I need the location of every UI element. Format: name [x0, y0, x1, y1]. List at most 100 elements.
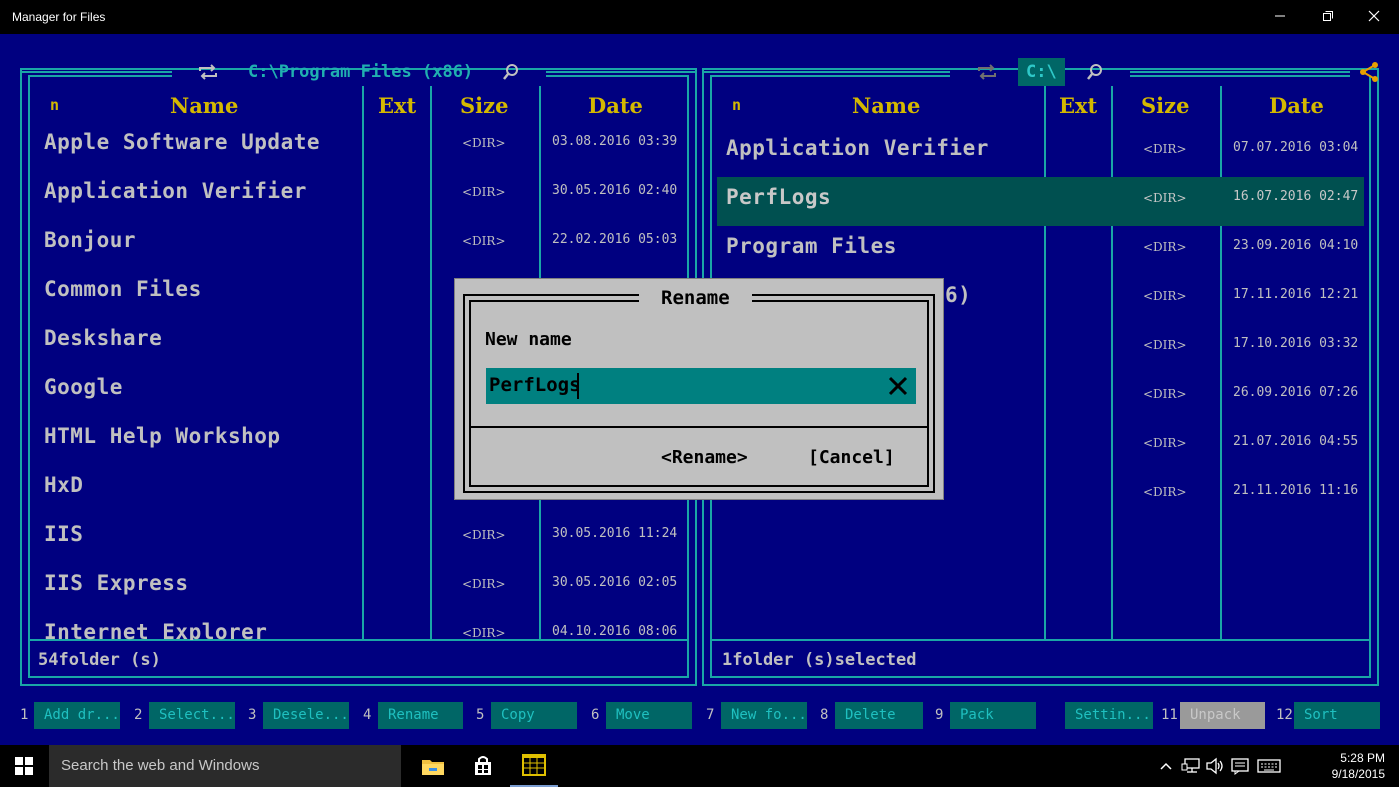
- right-col-name[interactable]: Name: [852, 93, 920, 118]
- chevron-up-icon[interactable]: [1155, 757, 1177, 775]
- windows-icon: [15, 757, 33, 775]
- refresh-icon[interactable]: [974, 60, 1000, 84]
- right-header-rule-right: [1130, 71, 1350, 73]
- list-item[interactable]: IIS <DIR> 30.05.2016 11:24: [38, 514, 688, 563]
- keyboard-icon[interactable]: [1256, 757, 1282, 775]
- file-name: Program Files: [726, 234, 897, 258]
- notifications-icon[interactable]: [1229, 757, 1251, 775]
- manager-for-files-app[interactable]: [510, 745, 558, 787]
- title-bar: Manager for Files: [0, 0, 1399, 34]
- file-size: <DIR>: [1143, 289, 1187, 303]
- store-icon: [475, 756, 491, 775]
- file-name: Bonjour: [44, 228, 137, 252]
- new-name-input[interactable]: PerfLogs: [486, 368, 916, 404]
- file-explorer-app[interactable]: [409, 745, 457, 787]
- file-date: 21.11.2016 11:16: [1233, 483, 1359, 498]
- fkey-button-sort[interactable]: Sort: [1294, 702, 1380, 729]
- file-name: IIS: [44, 522, 84, 546]
- file-size: <DIR>: [1143, 191, 1187, 205]
- fkey-number: 7: [706, 707, 715, 723]
- network-icon[interactable]: [1180, 757, 1202, 775]
- list-item[interactable]: Apple Software Update <DIR> 03.08.2016 03:…: [38, 122, 688, 171]
- file-name: HxD: [44, 473, 84, 497]
- left-path[interactable]: C:\Program Files (x86): [248, 58, 473, 86]
- minimize-button[interactable]: [1257, 0, 1303, 32]
- file-size: <DIR>: [462, 626, 506, 640]
- restore-icon: [1323, 11, 1333, 21]
- right-col-ext[interactable]: Ext: [1059, 93, 1097, 118]
- file-name: Common Files: [44, 277, 202, 301]
- fkey-button-new-fo[interactable]: New fo...: [721, 702, 807, 729]
- file-name: Application Verifier: [726, 136, 989, 160]
- file-name: HTML Help Workshop: [44, 424, 281, 448]
- left-col-date[interactable]: Date: [588, 93, 643, 118]
- taskbar: Search the web and Windows 5:28 PM 9/18/…: [0, 745, 1399, 787]
- list-item[interactable]: IIS Express <DIR> 30.05.2016 02:05: [38, 563, 688, 612]
- right-col-n[interactable]: n: [732, 96, 741, 114]
- list-item[interactable]: Bonjour <DIR> 22.02.2016 05:03: [38, 220, 688, 269]
- list-item[interactable]: Program Files <DIR> 23.09.2016 04:10: [717, 226, 1364, 275]
- fkey-button-copy[interactable]: Copy: [491, 702, 577, 729]
- list-item[interactable]: Application Verifier <DIR> 30.05.2016 02:4…: [38, 171, 688, 220]
- fkey-number: 5: [476, 707, 485, 723]
- right-col-date[interactable]: Date: [1269, 93, 1324, 118]
- file-size: <DIR>: [1143, 338, 1187, 352]
- left-col-name[interactable]: Name: [170, 93, 238, 118]
- dialog-separator: [471, 426, 927, 428]
- fkey-button-desele[interactable]: Desele...: [263, 702, 349, 729]
- taskbar-clock[interactable]: 5:28 PM 9/18/2015: [1332, 750, 1385, 782]
- clear-icon[interactable]: [886, 374, 910, 398]
- new-name-value[interactable]: PerfLogs: [489, 374, 581, 396]
- refresh-icon[interactable]: [195, 60, 221, 84]
- file-date: 30.05.2016 11:24: [552, 526, 678, 541]
- taskbar-search-placeholder: Search the web and Windows: [61, 757, 260, 774]
- left-header-rule: [22, 71, 172, 73]
- right-header-rule: [704, 71, 950, 73]
- fkey-button-move[interactable]: Move: [606, 702, 692, 729]
- fkey-number: 4: [363, 707, 372, 723]
- right-path[interactable]: C:\: [1018, 58, 1065, 86]
- share-icon[interactable]: [1356, 60, 1382, 84]
- left-col-size[interactable]: Size: [460, 93, 508, 118]
- fkey-button-pack[interactable]: Pack: [950, 702, 1036, 729]
- folder-icon: [422, 760, 444, 775]
- search-icon[interactable]: [1082, 60, 1108, 84]
- fkey-button-unpack[interactable]: Unpack: [1180, 702, 1265, 729]
- file-date: 17.11.2016 12:21: [1233, 287, 1359, 302]
- left-status: 54folder (s): [38, 650, 161, 670]
- right-col-size[interactable]: Size: [1141, 93, 1189, 118]
- fkey-number: 2: [134, 707, 143, 723]
- rename-dialog: Rename New name PerfLogs <Rename> [Cance…: [454, 278, 944, 500]
- rename-button[interactable]: <Rename>: [661, 447, 748, 468]
- fkey-button-add-dr[interactable]: Add dr...: [34, 702, 120, 729]
- left-header-rule-inner: [28, 75, 172, 77]
- fkey-number: 6: [591, 707, 600, 723]
- selected-list-item[interactable]: PerfLogs <DIR> 16.07.2016 02:47: [717, 177, 1364, 226]
- file-name: Internet Explorer: [44, 620, 268, 640]
- fkey-button-settin[interactable]: Settin...: [1065, 702, 1153, 729]
- close-button[interactable]: [1351, 0, 1397, 32]
- maximize-button[interactable]: [1305, 0, 1351, 32]
- start-button[interactable]: [0, 745, 48, 787]
- fkey-button-delete[interactable]: Delete: [835, 702, 923, 729]
- store-app[interactable]: [459, 745, 507, 787]
- fkey-number: 12: [1276, 707, 1293, 723]
- file-date: 04.10.2016 08:06: [552, 624, 678, 639]
- file-name: 6): [945, 283, 972, 307]
- list-item[interactable]: Internet Explorer <DIR> 04.10.2016 08:06: [38, 612, 688, 640]
- list-item[interactable]: Application Verifier <DIR> 07.07.2016 03:0…: [717, 128, 1364, 177]
- clock-time: 5:28 PM: [1340, 751, 1385, 765]
- left-col-n[interactable]: n: [50, 96, 59, 114]
- file-size: <DIR>: [1143, 240, 1187, 254]
- file-date: 03.08.2016 03:39: [552, 134, 678, 149]
- file-size: <DIR>: [462, 185, 506, 199]
- file-name: Apple Software Update: [44, 130, 321, 154]
- search-icon[interactable]: [498, 60, 524, 84]
- volume-icon[interactable]: [1204, 757, 1226, 775]
- left-col-ext[interactable]: Ext: [378, 93, 416, 118]
- taskbar-search[interactable]: Search the web and Windows: [49, 745, 401, 787]
- cancel-button[interactable]: [Cancel]: [808, 447, 895, 468]
- fkey-button-select[interactable]: Select...: [149, 702, 235, 729]
- fkey-button-rename[interactable]: Rename: [378, 702, 463, 729]
- clock-date: 9/18/2015: [1331, 767, 1385, 781]
